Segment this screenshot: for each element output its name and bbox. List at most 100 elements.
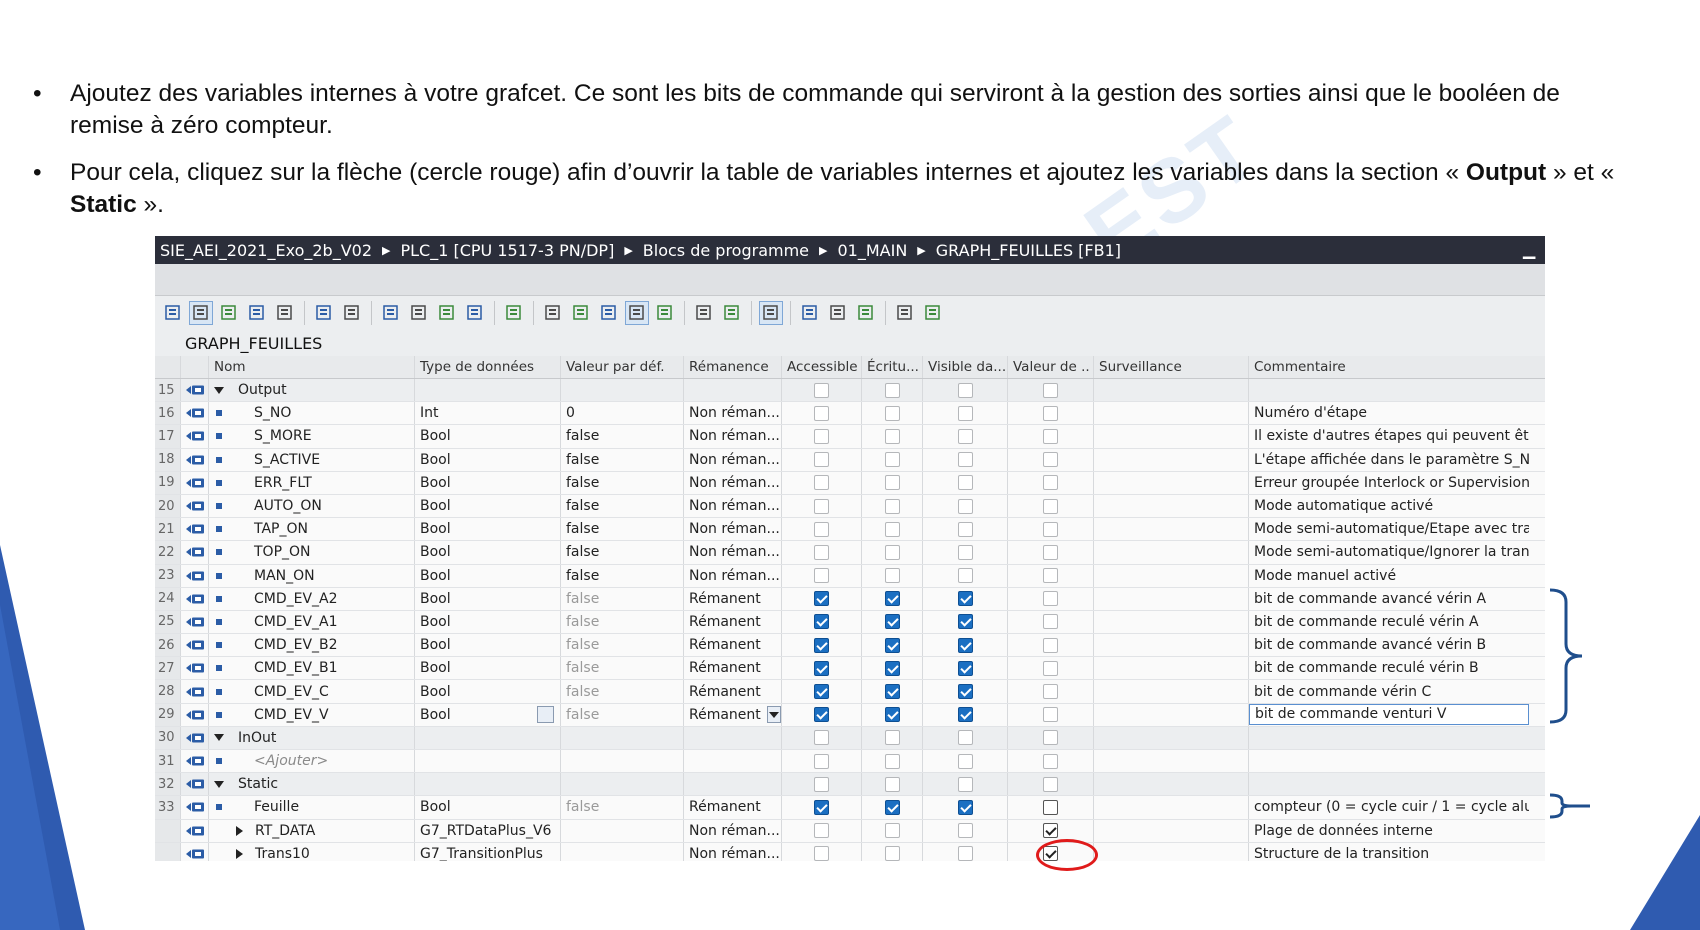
checkbox[interactable] bbox=[957, 614, 973, 630]
checkbox[interactable] bbox=[957, 684, 973, 700]
cell-writable[interactable] bbox=[862, 750, 923, 773]
checkbox[interactable] bbox=[814, 846, 829, 861]
cell-default[interactable]: false bbox=[561, 564, 684, 587]
checkbox[interactable] bbox=[884, 684, 900, 700]
cell-retain[interactable]: Rémanent bbox=[684, 796, 782, 819]
checkbox[interactable] bbox=[814, 452, 829, 468]
column-header-name[interactable]: Nom bbox=[209, 356, 415, 378]
checkbox[interactable] bbox=[957, 405, 973, 421]
cell-writable[interactable] bbox=[862, 819, 923, 842]
list-view-icon[interactable] bbox=[541, 301, 565, 325]
breadcrumb-plc[interactable]: PLC_1 [CPU 1517-3 PN/DP] bbox=[400, 241, 614, 260]
cell-visible[interactable] bbox=[923, 564, 1008, 587]
collapse-icon[interactable] bbox=[217, 301, 241, 325]
cell-type[interactable]: Bool bbox=[415, 471, 561, 494]
cell-supervision[interactable] bbox=[1094, 796, 1249, 819]
breadcrumb-main[interactable]: 01_MAIN bbox=[838, 241, 908, 260]
checkbox[interactable] bbox=[957, 660, 973, 676]
checkbox[interactable] bbox=[957, 637, 973, 653]
detail-view-icon[interactable] bbox=[597, 301, 621, 325]
cell-writable[interactable] bbox=[862, 448, 923, 471]
cell-visible[interactable] bbox=[923, 541, 1008, 564]
cell-writable[interactable] bbox=[862, 471, 923, 494]
checkbox[interactable] bbox=[884, 382, 900, 398]
checkbox[interactable] bbox=[1043, 475, 1058, 491]
cell-visible[interactable] bbox=[923, 402, 1008, 425]
cell-visible[interactable] bbox=[923, 634, 1008, 657]
network-a-icon[interactable] bbox=[435, 301, 459, 325]
cell-type[interactable]: Bool bbox=[415, 610, 561, 634]
cell-name[interactable]: Output bbox=[209, 379, 415, 402]
checkbox[interactable] bbox=[814, 568, 829, 584]
move-up-icon[interactable] bbox=[245, 301, 269, 325]
checkbox[interactable] bbox=[814, 753, 829, 769]
cell-name[interactable]: MAN_ON bbox=[209, 564, 415, 587]
checkbox[interactable] bbox=[1043, 452, 1058, 468]
cell-default[interactable] bbox=[561, 726, 684, 749]
checkbox[interactable] bbox=[957, 568, 973, 584]
cell-name[interactable]: TAP_ON bbox=[209, 518, 415, 541]
cell-type[interactable]: Bool bbox=[415, 541, 561, 564]
cell-supervision[interactable] bbox=[1094, 379, 1249, 402]
cell-retain[interactable]: Non réman... bbox=[684, 494, 782, 518]
cell-comment[interactable] bbox=[1249, 773, 1529, 795]
cell-visible[interactable] bbox=[923, 448, 1008, 471]
cell-setpoint[interactable] bbox=[1008, 796, 1094, 819]
cell-comment[interactable] bbox=[1249, 727, 1529, 749]
cell-accessible[interactable] bbox=[782, 657, 862, 680]
cell-type[interactable]: G7_RTDataPlus_V6 bbox=[415, 819, 561, 842]
cell-name[interactable]: AUTO_ON bbox=[209, 494, 415, 518]
cell-default[interactable]: false bbox=[561, 425, 684, 448]
cell-visible[interactable] bbox=[923, 842, 1008, 861]
table-row[interactable]: 27 CMD_EV_B1 Bool false Rémanent bit de comma… bbox=[155, 657, 1545, 681]
cell-supervision[interactable] bbox=[1094, 726, 1249, 749]
checkbox[interactable] bbox=[814, 521, 829, 537]
cell-default[interactable]: false bbox=[561, 448, 684, 471]
cell-visible[interactable] bbox=[923, 610, 1008, 634]
cell-visible[interactable] bbox=[923, 750, 1008, 773]
cell-writable[interactable] bbox=[862, 634, 923, 657]
checkbox[interactable] bbox=[884, 753, 900, 769]
cell-default[interactable] bbox=[561, 750, 684, 773]
cell-writable[interactable] bbox=[862, 657, 923, 680]
cell-visible[interactable] bbox=[923, 703, 1008, 726]
table-row[interactable]: 25 CMD_EV_A1 Bool false Rémanent bit de comma… bbox=[155, 610, 1545, 635]
cell-setpoint[interactable] bbox=[1008, 541, 1094, 564]
checkbox[interactable] bbox=[957, 846, 973, 861]
cell-writable[interactable] bbox=[862, 379, 923, 402]
minimize-icon[interactable]: ▁ bbox=[1523, 240, 1539, 259]
table-row[interactable]: 26 CMD_EV_B2 Bool false Rémanent bit de comma… bbox=[155, 634, 1545, 658]
cell-comment[interactable]: compteur (0 = cycle cuir / 1 = cycle alu… bbox=[1249, 796, 1529, 818]
cell-comment[interactable]: bit de commande reculé vérin A bbox=[1249, 611, 1529, 633]
checkbox[interactable] bbox=[1043, 753, 1058, 769]
cell-supervision[interactable] bbox=[1094, 842, 1249, 861]
cell-supervision[interactable] bbox=[1094, 634, 1249, 657]
table-row[interactable]: 21 TAP_ON Bool false Non réman... Mode semi-a… bbox=[155, 518, 1545, 542]
cell-supervision[interactable] bbox=[1094, 448, 1249, 471]
cell-type[interactable]: Bool bbox=[415, 448, 561, 471]
cell-visible[interactable] bbox=[923, 773, 1008, 796]
cell-visible[interactable] bbox=[923, 471, 1008, 494]
checkbox[interactable] bbox=[957, 753, 973, 769]
checkbox[interactable] bbox=[1043, 568, 1058, 584]
cell-retain[interactable] bbox=[684, 750, 782, 773]
cell-default[interactable]: 0 bbox=[561, 402, 684, 425]
cell-type[interactable]: Bool bbox=[415, 494, 561, 518]
cell-default[interactable] bbox=[561, 379, 684, 402]
cell-visible[interactable] bbox=[923, 518, 1008, 541]
cell-retain[interactable]: Non réman... bbox=[684, 471, 782, 494]
cell-type[interactable] bbox=[415, 773, 561, 796]
cell-accessible[interactable] bbox=[782, 819, 862, 842]
table-row[interactable]: 17 S_MORE Bool false Non réman... Il existe d… bbox=[155, 425, 1545, 449]
cell-visible[interactable] bbox=[923, 726, 1008, 749]
cell-default[interactable]: false bbox=[561, 471, 684, 494]
checkbox[interactable] bbox=[884, 637, 900, 653]
cell-supervision[interactable] bbox=[1094, 773, 1249, 796]
cell-supervision[interactable] bbox=[1094, 819, 1249, 842]
cell-writable[interactable] bbox=[862, 541, 923, 564]
checkbox[interactable] bbox=[1043, 660, 1058, 676]
checkbox[interactable] bbox=[1043, 776, 1058, 792]
table-row[interactable]: 33 Feuille Bool false Rémanent compteur (0 = … bbox=[155, 796, 1545, 820]
checkbox[interactable] bbox=[884, 660, 900, 676]
cell-comment[interactable]: bit de commande venturi V bbox=[1249, 703, 1529, 725]
